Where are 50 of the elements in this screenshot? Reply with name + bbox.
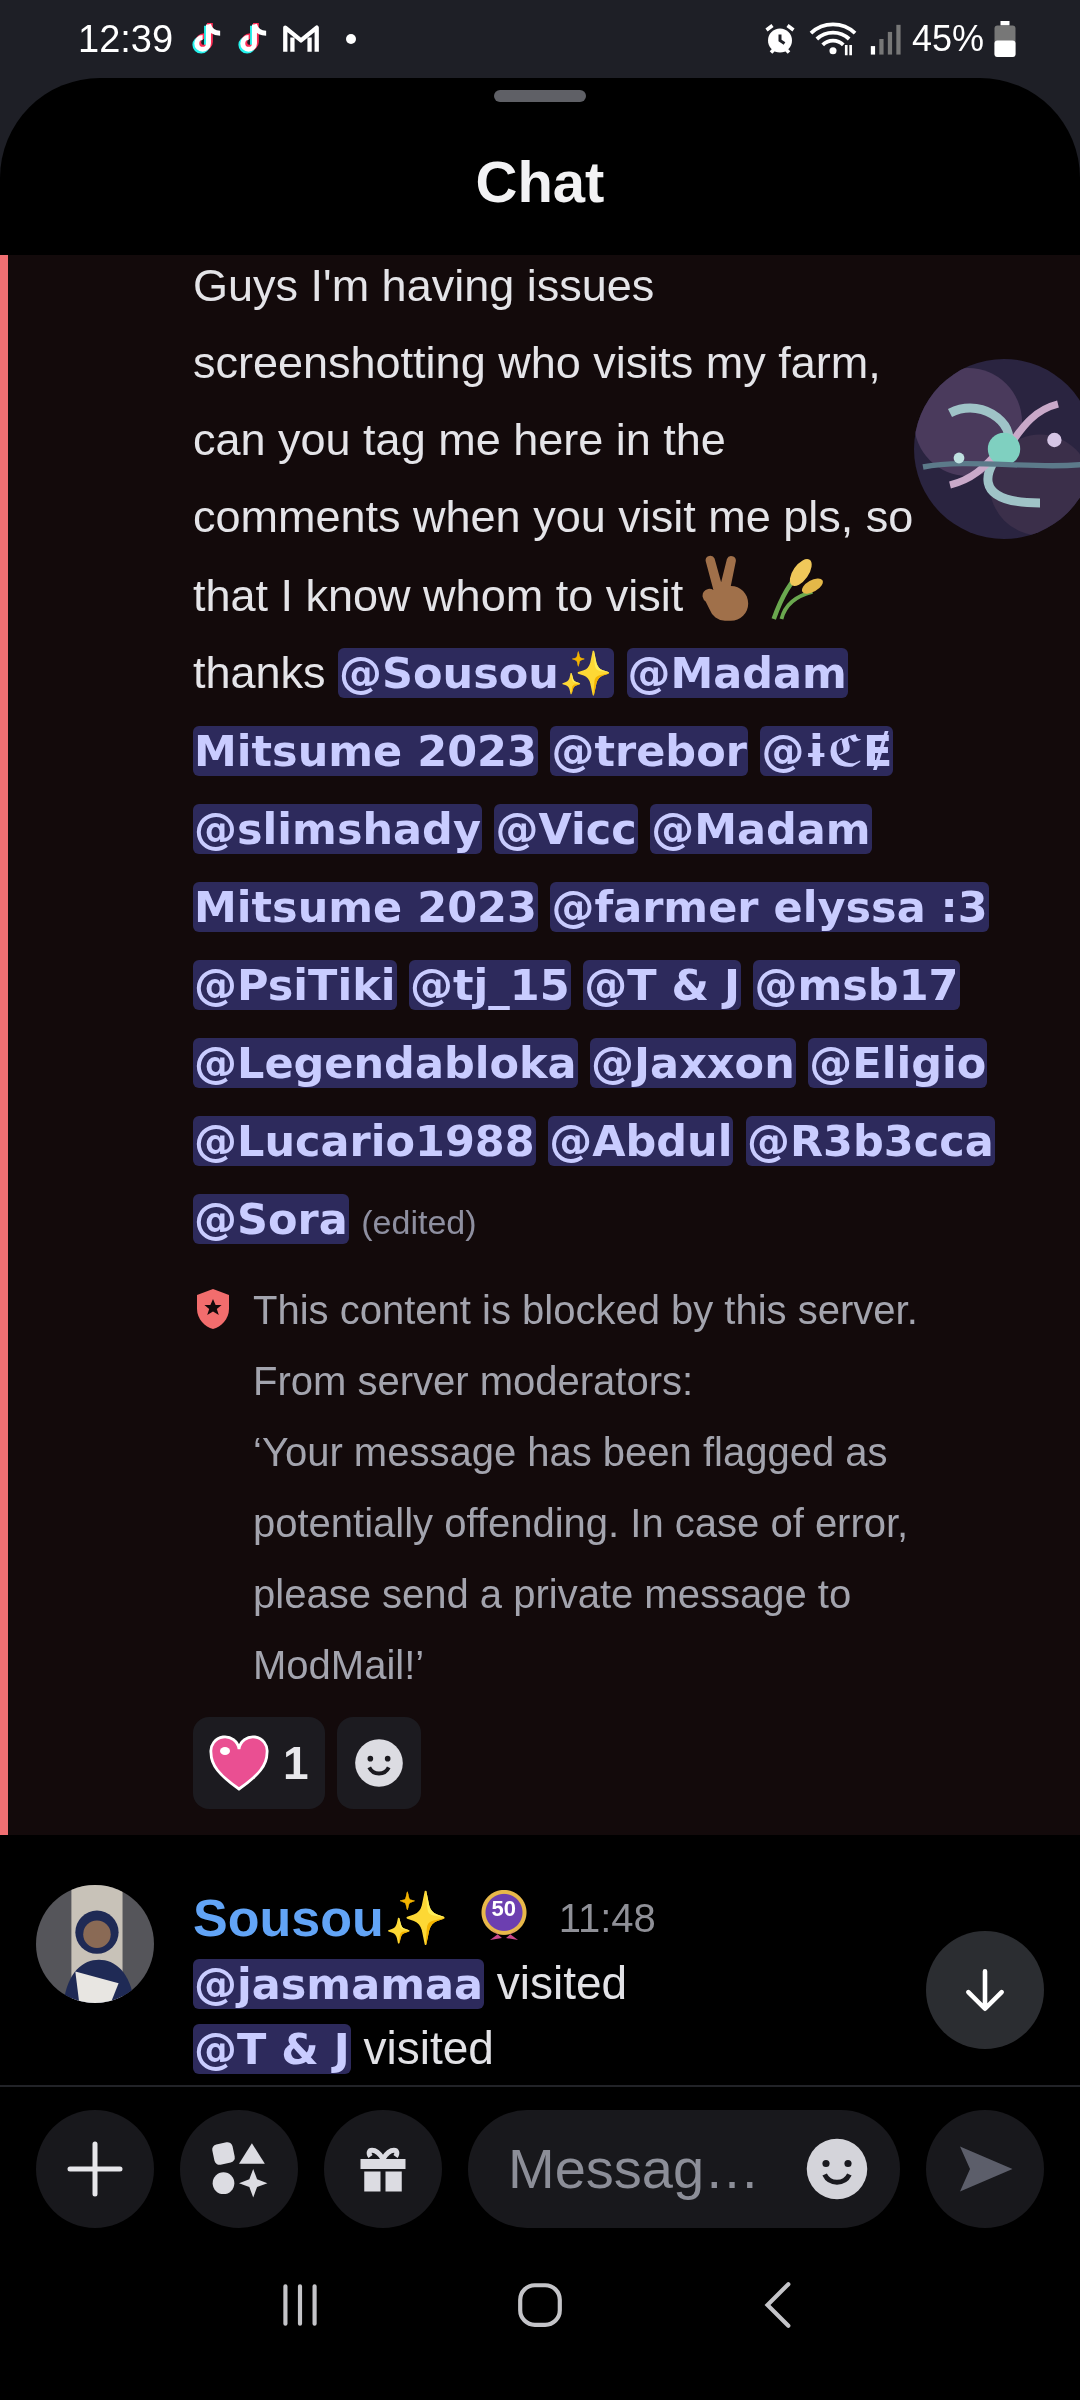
mention[interactable]: @jasmamaa — [193, 1959, 484, 2009]
message-text: visited — [363, 2022, 494, 2074]
heart-reaction[interactable]: 1 — [193, 1717, 325, 1809]
message-text: screenshotting who visits my farm, — [193, 337, 881, 388]
message-text: thanks — [193, 647, 326, 698]
mention[interactable]: @ɨℭɆ — [760, 726, 894, 776]
dot-icon — [345, 33, 358, 45]
username[interactable]: Sousou✨ — [193, 1887, 449, 1949]
mention[interactable]: @Eligio — [808, 1038, 988, 1088]
battery-percent: 45% — [911, 18, 984, 60]
edited-label: (edited) — [361, 1203, 477, 1241]
mention[interactable]: @PsiTiki — [193, 960, 397, 1010]
smiley-icon — [352, 1737, 405, 1789]
mention[interactable]: @Abdul — [548, 1116, 734, 1166]
message-text: that I know whom to visit — [193, 570, 684, 621]
mention[interactable]: @tj_15 — [409, 960, 571, 1010]
mention[interactable]: @T & J — [583, 960, 741, 1010]
message-text: can you tag me here in the — [193, 414, 726, 465]
mention[interactable]: Mitsume 2023 — [193, 882, 538, 932]
message-text: Guys I'm having issues — [193, 260, 655, 311]
message-field[interactable]: Messag… — [468, 2109, 900, 2228]
mention[interactable]: @Sora — [193, 1194, 349, 1244]
mention[interactable]: @Vicc — [494, 804, 638, 854]
battery-icon — [994, 21, 1016, 57]
mention[interactable]: @Madam — [650, 804, 872, 854]
mention[interactable]: @Lucario1988 — [193, 1116, 536, 1166]
mention[interactable]: Mitsume 2023 — [193, 726, 538, 776]
wifi-icon — [807, 21, 858, 57]
message-text: visited — [496, 1957, 628, 2009]
notice-message: ‘Your message has been flagged as potentially offending. In case of error, please send a private message to ModMail!’ — [253, 1429, 910, 1689]
mention[interactable]: @T & J — [193, 2024, 351, 2074]
mention[interactable]: @trebor — [550, 726, 748, 776]
heart-icon — [209, 1735, 269, 1791]
notice-title: This content is blocked by this server. — [253, 1287, 919, 1334]
home-icon[interactable] — [515, 2280, 565, 2330]
mention[interactable]: @R3b3cca — [745, 1116, 995, 1166]
mention[interactable]: @Legendabloka — [193, 1038, 578, 1088]
mention[interactable]: @Madam — [626, 648, 848, 698]
clock: 12:39 — [78, 17, 174, 61]
message-text: comments when you visit me pls, so — [193, 491, 914, 542]
add-reaction-button[interactable] — [336, 1717, 421, 1809]
notice-source: From server moderators: — [253, 1358, 695, 1405]
drag-handle[interactable] — [494, 90, 586, 102]
mention[interactable]: @Jaxxon — [590, 1038, 796, 1088]
sheet-title: Chat — [475, 148, 605, 215]
mention[interactable]: @msb17 — [753, 960, 960, 1010]
mention[interactable]: @Sousou✨ — [338, 648, 614, 698]
timestamp: 11:48 — [558, 1895, 656, 1941]
mention[interactable]: @farmer elyssa :3 — [550, 882, 989, 932]
mention[interactable]: @slimshady — [193, 804, 482, 854]
